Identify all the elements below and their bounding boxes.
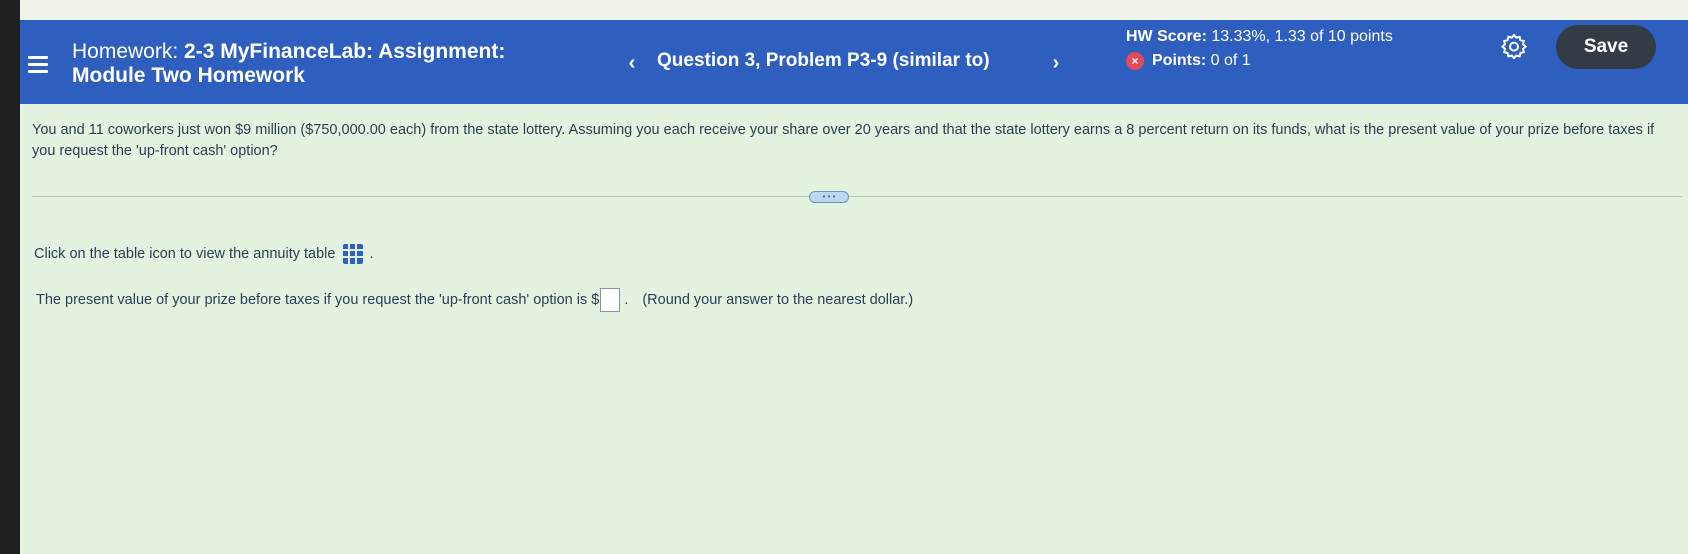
hw-score: HW Score: 13.33%, 1.33 of 10 points [1126, 28, 1393, 46]
question-label: Question 3, Problem P3-9 (similar to) [657, 50, 990, 71]
question-text: You and 11 coworkers just won $9 million… [32, 122, 1655, 159]
homework-title: Homework: 2-3 MyFinanceLab: Assignment: [72, 40, 505, 64]
screen: Homework: 2-3 MyFinanceLab: Assignment: … [20, 0, 1688, 554]
section-divider [32, 196, 1682, 197]
annuity-table-instruction: Click on the table icon to view the annu… [34, 244, 374, 264]
homework-module-name: Module Two Homework [72, 64, 305, 87]
gear-icon[interactable] [1501, 33, 1527, 59]
points-status: × Points: 0 of 1 [1126, 52, 1251, 70]
hw-score-label: HW Score: [1126, 28, 1207, 45]
table-icon[interactable] [343, 244, 364, 264]
click-instruction-period: . [369, 246, 374, 262]
homework-title-assignment: 2-3 MyFinanceLab: Assignment: [184, 40, 506, 63]
save-button[interactable]: Save [1556, 25, 1656, 69]
browser-top-strip [20, 0, 1688, 20]
points-value: 0 of 1 [1210, 52, 1251, 69]
previous-question-button[interactable]: ‹ [618, 48, 646, 78]
x-circle-icon: × [1126, 52, 1144, 70]
answer-line: The present value of your prize before t… [36, 288, 913, 312]
assignment-header: Homework: 2-3 MyFinanceLab: Assignment: … [20, 20, 1688, 104]
answer-input[interactable] [600, 288, 621, 312]
answer-prefix: The present value of your prize before t… [36, 292, 600, 308]
next-question-button[interactable]: › [1042, 48, 1070, 78]
click-instruction-text: Click on the table icon to view the annu… [34, 246, 336, 262]
expand-toggle-button[interactable]: • • • [809, 191, 849, 203]
homework-title-prefix: Homework: [72, 40, 179, 63]
hamburger-icon[interactable] [28, 56, 48, 74]
rounding-note: (Round your answer to the nearest dollar… [642, 292, 914, 308]
answer-period: . [624, 292, 629, 308]
hw-score-value: 13.33%, 1.33 of 10 points [1211, 28, 1393, 45]
points-label: Points: [1152, 52, 1207, 69]
